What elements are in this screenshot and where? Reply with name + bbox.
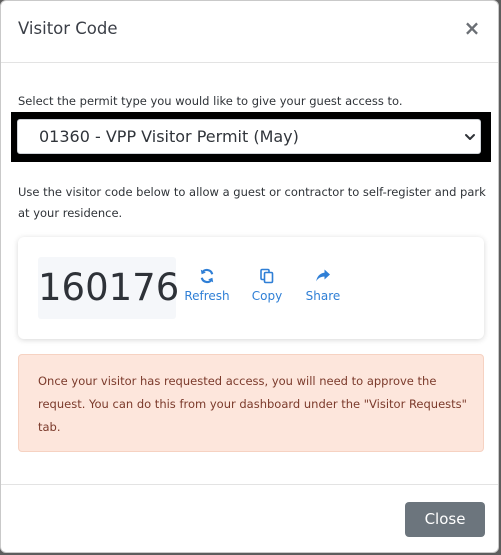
copy-button[interactable]: Copy (249, 268, 285, 303)
permit-type-select[interactable]: 01360 - VPP Visitor Permit (May) (17, 119, 481, 154)
share-button[interactable]: Share (304, 268, 342, 303)
visitor-code-modal: Visitor Code × Select the permit type yo… (0, 0, 499, 553)
permit-select-focus-outline: 01360 - VPP Visitor Permit (May) (11, 112, 491, 162)
visitor-code-description: Use the visitor code below to allow a gu… (18, 185, 486, 220)
close-button[interactable]: Close (405, 502, 485, 537)
permit-type-label: Select the permit type you would like to… (18, 94, 403, 108)
refresh-icon (200, 268, 214, 284)
refresh-label: Refresh (184, 289, 230, 303)
visitor-code-display: 160176 (38, 257, 180, 319)
approval-notice-text: Once your visitor has requested access, … (38, 374, 467, 434)
close-icon[interactable]: × (463, 17, 481, 39)
copy-label: Copy (251, 289, 283, 303)
permit-select-value: 01360 - VPP Visitor Permit (May) (39, 127, 299, 146)
refresh-button[interactable]: Refresh (184, 268, 230, 303)
chevron-down-icon (465, 134, 475, 140)
share-label: Share (305, 289, 341, 303)
copy-icon (260, 268, 274, 284)
visitor-code-card: 160176 Refresh Copy Share (18, 237, 484, 339)
modal-header: Visitor Code × (1, 1, 498, 63)
modal-body: Select the permit type you would like to… (1, 63, 498, 484)
visitor-code-value: 160176 (38, 266, 180, 309)
modal-footer: Close (1, 484, 498, 552)
share-icon (316, 269, 330, 282)
approval-notice: Once your visitor has requested access, … (18, 354, 484, 452)
modal-title: Visitor Code (18, 19, 118, 38)
